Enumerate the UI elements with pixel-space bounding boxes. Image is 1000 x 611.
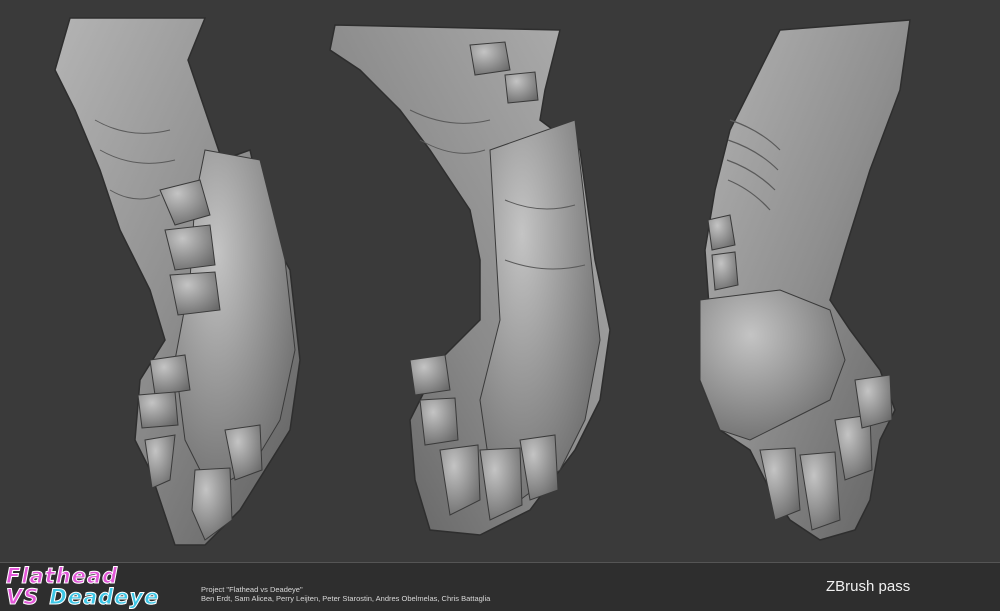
logo-vs: VS bbox=[5, 585, 40, 609]
logo-second-line: VS Deadeye bbox=[5, 585, 160, 609]
pass-label: ZBrush pass bbox=[826, 578, 911, 595]
arm-view-middle bbox=[329, 24, 611, 536]
arm-view-left bbox=[54, 17, 301, 546]
render-viewport bbox=[0, 0, 1000, 562]
logo-flathead: Flathead bbox=[5, 564, 119, 588]
credits: Project "Flathead vs Deadeye" Ben Erdt, … bbox=[201, 585, 490, 603]
project-title: Project "Flathead vs Deadeye" bbox=[201, 585, 303, 594]
team-names: Ben Erdt, Sam Alicea, Perry Leijten, Pet… bbox=[201, 594, 491, 603]
logo-deadeye: Deadeye bbox=[49, 585, 160, 609]
sculpt-render bbox=[54, 17, 911, 546]
arm-view-right bbox=[699, 19, 911, 541]
